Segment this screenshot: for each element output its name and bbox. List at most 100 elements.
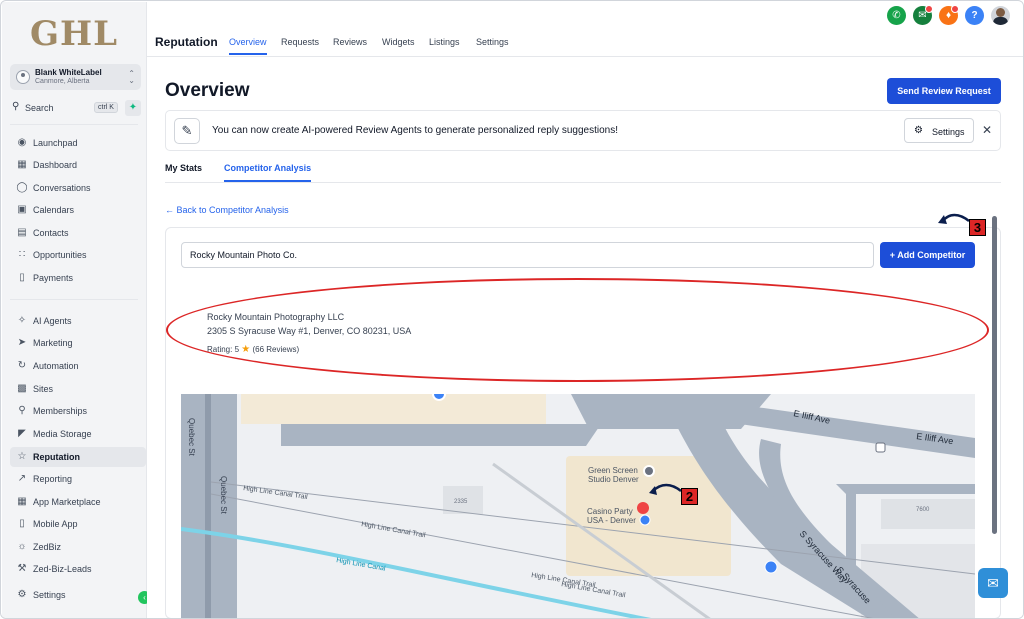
sidebar-item-mobile-app[interactable]: ▯ Mobile App	[10, 514, 146, 534]
sidebar-search[interactable]: ⚲ Search ctrl K	[12, 100, 120, 116]
map-road	[281, 424, 601, 446]
opportunities-icon: ∷	[18, 249, 26, 260]
account-location: Canmore, Alberta	[35, 78, 90, 85]
map-area-block	[241, 394, 546, 424]
map-building-7600	[881, 499, 975, 529]
competitor-map[interactable]: Quebec St Quebec St E Iliff Ave E Iliff …	[181, 394, 975, 618]
account-switcher[interactable]: Blank WhiteLabel Canmore, Alberta ⌃ ⌄	[10, 64, 141, 90]
tab-widgets[interactable]: Widgets	[382, 37, 415, 53]
phone-icon: ▯	[19, 518, 25, 529]
sidebar-item-label: Zed-Biz-Leads	[33, 564, 92, 574]
map-label: Quebec St	[187, 418, 196, 457]
account-name: Blank WhiteLabel	[35, 68, 102, 77]
sidebar-item-settings[interactable]: ⚙ Settings	[10, 585, 146, 605]
sidebar-item-dashboard[interactable]: ▦ Dashboard	[10, 155, 146, 175]
sidebar-item-payments[interactable]: ▯ Payments	[10, 268, 146, 288]
add-competitor-button[interactable]: + Add Competitor	[880, 242, 975, 268]
sidebar-item-marketing[interactable]: ➤ Marketing	[10, 333, 146, 353]
chat-widget-button[interactable]: ✉	[978, 568, 1008, 598]
top-bar: Reputation Overview Requests Reviews Wid…	[147, 2, 1023, 57]
sidebar-item-label: Launchpad	[33, 138, 78, 148]
automation-icon: ↻	[17, 360, 27, 371]
sidebar-item-label: Contacts	[33, 228, 69, 238]
tab-listings[interactable]: Listings	[429, 37, 460, 53]
dashboard-icon: ▦	[17, 159, 27, 170]
user-edit-icon: ✎	[174, 118, 200, 144]
gear-icon: ⚙	[17, 589, 27, 600]
sidebar-item-label: Payments	[33, 273, 74, 283]
tab-settings[interactable]: Settings	[476, 37, 509, 53]
bell-icon[interactable]: ♦	[939, 5, 959, 25]
map-label: 7600	[916, 507, 930, 513]
sidebar-item-zedbiz[interactable]: ☼ ZedBiz	[10, 537, 146, 557]
arrow-left-icon: ←	[165, 205, 174, 215]
contacts-icon: ▤	[17, 227, 27, 238]
annotation-arrow-3	[938, 213, 970, 224]
calendar-icon: ▣	[17, 204, 27, 215]
chat-icon: ◯	[16, 182, 28, 193]
user-avatar[interactable]	[991, 6, 1010, 25]
subtab-my-stats[interactable]: My Stats	[165, 163, 202, 180]
banner-settings-label: Settings	[932, 127, 965, 137]
sidebar-item-calendars[interactable]: ▣ Calendars	[10, 200, 146, 220]
map-label: Casino Party	[587, 507, 633, 516]
map-pin-competitor[interactable]	[637, 502, 649, 514]
annotation-highlight	[166, 278, 989, 382]
sidebar: GHL Blank WhiteLabel Canmore, Alberta ⌃ ⌄…	[2, 2, 151, 618]
map-pin-parking[interactable]	[764, 560, 778, 574]
sidebar-item-label: Marketing	[33, 338, 73, 348]
quick-action-icon[interactable]: ✦	[125, 100, 141, 116]
sidebar-divider	[10, 299, 138, 300]
tab-overview[interactable]: Overview	[229, 37, 267, 55]
sidebar-item-label: Dashboard	[33, 160, 78, 170]
banner-settings-button[interactable]: ⚙ Settings	[904, 118, 974, 143]
send-review-request-button[interactable]: Send Review Request	[887, 78, 1001, 104]
sidebar-item-app-marketplace[interactable]: ▦ App Marketplace	[10, 492, 146, 512]
close-icon[interactable]: ✕	[982, 123, 992, 137]
sidebar-item-label: Automation	[33, 361, 79, 371]
zedbiz-icon: ☼	[17, 541, 27, 552]
trend-icon: ↗	[17, 473, 27, 484]
sidebar-item-opportunities[interactable]: ∷ Opportunities	[10, 245, 146, 265]
sidebar-item-launchpad[interactable]: ◉ Launchpad	[10, 133, 146, 153]
search-shortcut: ctrl K	[94, 102, 118, 113]
annotation-arrow-2	[649, 483, 682, 495]
map-pin-casino-party[interactable]	[639, 514, 651, 526]
sidebar-item-label: Media Storage	[33, 429, 92, 439]
map-canvas: Quebec St Quebec St E Iliff Ave E Iliff …	[181, 394, 975, 618]
tab-reviews[interactable]: Reviews	[333, 37, 367, 53]
sidebar-item-reputation[interactable]: ☆ Reputation	[10, 447, 146, 467]
sidebar-item-reporting[interactable]: ↗ Reporting	[10, 469, 146, 489]
help-icon[interactable]: ?	[965, 6, 984, 25]
sidebar-item-sites[interactable]: ▩ Sites	[10, 379, 146, 399]
back-to-competitor-analysis-link[interactable]: ← Back to Competitor Analysis	[165, 205, 289, 215]
sidebar-item-label: Opportunities	[33, 250, 87, 260]
sidebar-item-ai-agents[interactable]: ✧ AI Agents	[10, 311, 146, 331]
map-label: Studio Denver	[588, 475, 639, 484]
subtab-competitor-analysis[interactable]: Competitor Analysis	[224, 163, 312, 182]
annotation-marker-3: 3	[969, 219, 986, 236]
phone-icon[interactable]: ✆	[887, 6, 906, 25]
main-scrollbar[interactable]	[992, 216, 997, 534]
map-pin-green-screen[interactable]	[643, 465, 655, 477]
sidebar-item-media-storage[interactable]: ◤ Media Storage	[10, 424, 146, 444]
sidebar-item-automation[interactable]: ↻ Automation	[10, 356, 146, 376]
competitor-search-input[interactable]	[181, 242, 874, 268]
payments-icon: ▯	[19, 272, 25, 283]
sidebar-item-label: App Marketplace	[33, 497, 101, 507]
map-label: 2335	[454, 499, 468, 505]
megaphone-icon[interactable]: ✉	[913, 5, 933, 25]
sidebar-item-memberships[interactable]: ⚲ Memberships	[10, 401, 146, 421]
sidebar-item-conversations[interactable]: ◯ Conversations	[10, 178, 146, 198]
map-pin[interactable]	[432, 394, 446, 401]
sidebar-item-contacts[interactable]: ▤ Contacts	[10, 223, 146, 243]
brand-logo[interactable]: GHL	[30, 14, 118, 54]
sidebar-item-label: AI Agents	[33, 316, 72, 326]
app-title: Reputation	[155, 35, 218, 49]
sidebar-item-zed-biz-leads[interactable]: ⚒ Zed-Biz-Leads	[10, 559, 146, 579]
image-icon: ◤	[18, 428, 26, 439]
wrench-icon: ⚒	[17, 563, 27, 574]
search-icon: ⚲	[12, 101, 20, 112]
tab-requests[interactable]: Requests	[281, 37, 319, 53]
send-icon: ➤	[17, 337, 27, 348]
